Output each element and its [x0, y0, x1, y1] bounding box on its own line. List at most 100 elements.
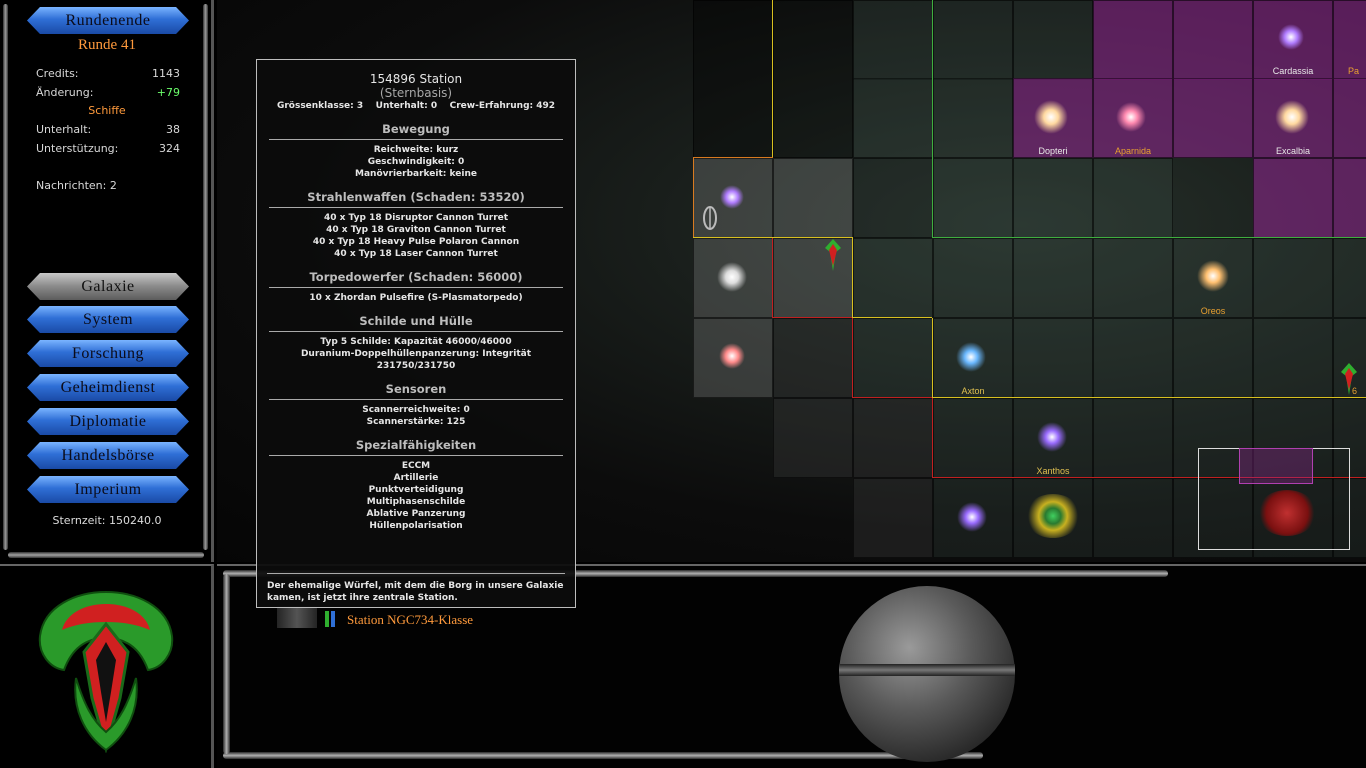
- star-axton[interactable]: [956, 342, 986, 372]
- map-sector[interactable]: [693, 0, 773, 158]
- star-white[interactable]: [717, 262, 747, 292]
- system-name-aparnida: Aparnida: [1114, 146, 1152, 156]
- system-name-oreos: Oreos: [1200, 306, 1226, 316]
- support-value: 324: [159, 142, 180, 155]
- hull-line: Duranium-Doppelhüllenpanzerung: Integrit…: [300, 349, 532, 359]
- map-sector[interactable]: [853, 478, 933, 558]
- ships-heading: Schiffe: [88, 104, 126, 117]
- frame-rail-bottom: [223, 752, 983, 759]
- map-sector[interactable]: [933, 398, 1013, 478]
- map-sector[interactable]: [1333, 238, 1366, 318]
- frame-rail-bottom: [8, 552, 204, 558]
- special-ability: Artillerie: [393, 473, 439, 483]
- nav-diplomatie-button[interactable]: Diplomatie: [27, 408, 189, 435]
- system-name-axton: Axton: [961, 386, 985, 396]
- change-value: +79: [156, 86, 180, 99]
- map-sector[interactable]: [853, 0, 933, 80]
- star-cardassia[interactable]: [1278, 24, 1304, 50]
- nebula-green-yellow[interactable]: [1025, 494, 1081, 538]
- nav-galaxie-button[interactable]: Galaxie: [27, 273, 189, 300]
- nav-imperium-button[interactable]: Imperium: [27, 476, 189, 503]
- star-red[interactable]: [719, 343, 745, 369]
- map-sector[interactable]: [933, 158, 1013, 238]
- system-name-partial: 6: [1352, 386, 1358, 396]
- map-sector[interactable]: [1013, 158, 1093, 238]
- map-sector[interactable]: [1333, 78, 1366, 158]
- tooltip-subtitle: (Sternbasis): [379, 86, 453, 100]
- map-sector[interactable]: [1253, 158, 1333, 238]
- map-sector[interactable]: [933, 78, 1013, 158]
- map-sector[interactable]: [1093, 158, 1173, 238]
- map-sector[interactable]: [933, 0, 1013, 80]
- map-sector[interactable]: [853, 78, 933, 158]
- borg-emblem-icon[interactable]: [701, 204, 719, 232]
- map-sector[interactable]: [773, 398, 853, 478]
- empire-emblem-panel: [0, 564, 214, 768]
- shields-header: Schilde und Hülle: [269, 314, 563, 332]
- nav-geheimdienst-button[interactable]: Geheimdienst: [27, 374, 189, 401]
- nav-forschung-button[interactable]: Forschung: [27, 340, 189, 367]
- map-sector[interactable]: [1093, 0, 1173, 80]
- border-line-orange: [693, 157, 773, 158]
- star-excalbia[interactable]: [1275, 100, 1309, 134]
- special-ability: Hüllenpolarisation: [369, 521, 463, 531]
- cardassian-ship-icon[interactable]: [823, 238, 843, 272]
- beam-weapon: 40 x Typ 18 Heavy Pulse Polaron Cannon: [312, 237, 520, 247]
- end-turn-button[interactable]: Rundenende: [27, 7, 189, 34]
- round-label: Runde 41: [78, 37, 136, 53]
- shields-line: Typ 5 Schilde: Kapazität 46000/46000: [320, 337, 512, 347]
- map-sector[interactable]: [1093, 398, 1173, 478]
- beam-weapon: 40 x Typ 18 Graviton Cannon Turret: [326, 225, 506, 235]
- star-xanthos[interactable]: [1037, 422, 1067, 452]
- map-sector[interactable]: [1173, 78, 1253, 158]
- map-sector[interactable]: [1333, 158, 1366, 238]
- system-name-pa: Pa: [1348, 66, 1360, 76]
- border-line-yellow: [932, 397, 1366, 398]
- map-sector[interactable]: [773, 158, 853, 238]
- map-sector[interactable]: [1013, 318, 1093, 398]
- ship-class-label: Station NGC734-Klasse: [347, 612, 474, 627]
- news-label[interactable]: Nachrichten: 2: [36, 179, 117, 192]
- map-sector[interactable]: [1173, 318, 1253, 398]
- upkeep-value: 38: [166, 123, 180, 136]
- nav-system-button[interactable]: System: [27, 306, 189, 333]
- star-purple[interactable]: [957, 502, 987, 532]
- map-sector[interactable]: [1013, 238, 1093, 318]
- border-line-orange: [693, 157, 694, 237]
- map-sector[interactable]: [933, 238, 1013, 318]
- movement-speed: Geschwindigkeit: 0: [367, 157, 465, 167]
- credits-label: Credits:: [36, 67, 79, 80]
- movement-maneuver: Manövrierbarkeit: keine: [355, 169, 477, 179]
- map-sector[interactable]: [1093, 478, 1173, 558]
- news-row[interactable]: Nachrichten: 2: [36, 179, 180, 192]
- map-sector[interactable]: [853, 158, 933, 238]
- movement-header: Bewegung: [269, 122, 563, 140]
- star-aparnida[interactable]: [1116, 102, 1146, 132]
- star-purple[interactable]: [720, 185, 744, 209]
- ship-thumbnail: [277, 606, 317, 628]
- map-sector[interactable]: [1253, 238, 1333, 318]
- map-sector[interactable]: [1013, 0, 1093, 80]
- map-sector[interactable]: [1093, 318, 1173, 398]
- beam-weapon: 40 x Typ 18 Disruptor Cannon Turret: [323, 213, 509, 223]
- credits-value: 1143: [152, 67, 180, 80]
- map-sector[interactable]: [853, 238, 933, 318]
- nav-handelsboerse-button[interactable]: Handelsbörse: [27, 442, 189, 469]
- special-ability: Multiphasenschilde: [366, 497, 466, 507]
- map-sector[interactable]: [1253, 318, 1333, 398]
- change-label: Änderung:: [36, 86, 94, 99]
- border-line-red: [852, 397, 932, 398]
- map-sector[interactable]: [773, 0, 853, 158]
- map-sector[interactable]: [853, 398, 933, 478]
- map-sector[interactable]: [853, 318, 933, 398]
- credits-row: Credits: 1143: [36, 67, 180, 80]
- map-sector[interactable]: [1173, 0, 1253, 80]
- map-sector[interactable]: [773, 318, 853, 398]
- map-sector[interactable]: [1093, 238, 1173, 318]
- frame-rail-right: [203, 4, 208, 550]
- border-line-yellow: [772, 0, 773, 158]
- star-oreos[interactable]: [1197, 260, 1229, 292]
- system-name-excalbia: Excalbia: [1275, 146, 1311, 156]
- star-dopteri[interactable]: [1034, 100, 1068, 134]
- frame-rail-left: [223, 574, 230, 754]
